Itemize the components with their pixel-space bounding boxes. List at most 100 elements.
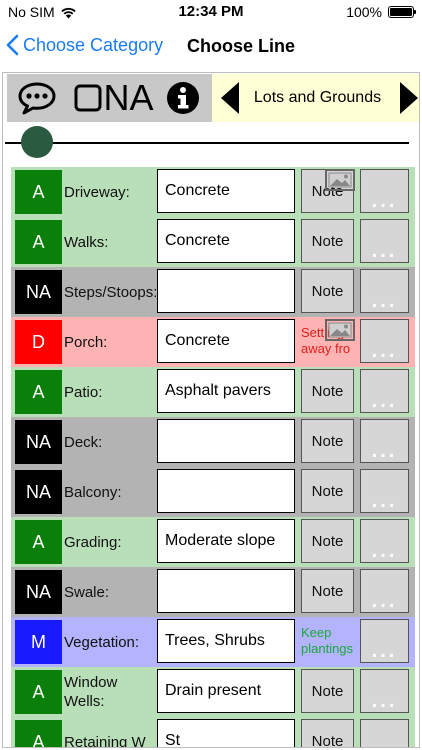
ellipsis-icon: ... bbox=[371, 240, 398, 262]
inspection-panel: NA Lots and Grounds A Driveway: Concrete No… bbox=[2, 72, 420, 748]
line-item-row: A Driveway: Concrete Note... bbox=[11, 167, 415, 217]
more-options-button[interactable]: ... bbox=[360, 719, 409, 747]
line-item-label: Balcony: bbox=[64, 483, 122, 501]
more-options-button[interactable]: ... bbox=[360, 519, 409, 563]
rating-badge[interactable]: A bbox=[15, 220, 62, 264]
more-options-button[interactable]: ... bbox=[360, 419, 409, 463]
ellipsis-icon: ... bbox=[371, 390, 398, 412]
battery-percent: 100% bbox=[346, 4, 382, 20]
rating-badge[interactable]: M bbox=[15, 620, 62, 664]
back-button-label: Choose Category bbox=[23, 34, 164, 55]
line-item-label: Patio: bbox=[64, 383, 103, 401]
more-options-button[interactable]: ... bbox=[360, 219, 409, 263]
previous-category-icon[interactable] bbox=[219, 80, 241, 116]
line-item-label: Window Wells: bbox=[64, 674, 118, 710]
rating-badge[interactable]: NA bbox=[15, 270, 62, 314]
ellipsis-icon: ... bbox=[371, 290, 398, 312]
note-button[interactable]: Note bbox=[301, 669, 354, 713]
line-item-label: Swale: bbox=[64, 583, 110, 601]
line-item-list: A Driveway: Concrete Note... A Walks: Concrete… bbox=[11, 167, 415, 748]
comment-button[interactable] bbox=[17, 78, 57, 118]
more-options-button[interactable]: ... bbox=[360, 269, 409, 313]
line-item-row: NA Deck: Note... bbox=[11, 417, 415, 467]
slider-track[interactable] bbox=[5, 142, 409, 144]
more-options-button[interactable]: ... bbox=[360, 319, 409, 363]
page-title: Choose Line bbox=[187, 36, 296, 56]
ellipsis-icon: ... bbox=[371, 490, 398, 512]
note-button[interactable]: Note bbox=[301, 569, 354, 613]
photo-icon[interactable] bbox=[325, 169, 355, 191]
navigation-bar: Choose Category Choose Line bbox=[0, 28, 422, 68]
line-item-row: A Window Wells: Drain present Note... bbox=[11, 667, 415, 717]
value-field[interactable]: Drain present bbox=[157, 669, 295, 713]
value-field[interactable] bbox=[157, 419, 295, 463]
category-label: Lots and Grounds bbox=[253, 89, 382, 106]
value-field[interactable]: Concrete bbox=[157, 219, 295, 263]
value-field[interactable]: Concrete bbox=[157, 169, 295, 213]
value-field[interactable]: Asphalt pavers bbox=[157, 369, 295, 413]
ellipsis-icon: ... bbox=[371, 590, 398, 612]
ellipsis-icon: ... bbox=[371, 540, 398, 562]
more-options-button[interactable]: ... bbox=[360, 469, 409, 513]
value-field[interactable]: Moderate slope bbox=[157, 519, 295, 563]
back-button[interactable]: Choose Category bbox=[6, 34, 163, 56]
rating-badge[interactable]: D bbox=[15, 320, 62, 364]
line-item-row: A Walks: Concrete Note... bbox=[11, 217, 415, 267]
value-field[interactable] bbox=[157, 569, 295, 613]
info-button[interactable] bbox=[165, 78, 201, 118]
value-field[interactable] bbox=[157, 269, 295, 313]
ellipsis-icon: ... bbox=[371, 190, 398, 212]
rating-badge[interactable]: NA bbox=[15, 470, 62, 514]
speech-bubble-icon bbox=[18, 82, 56, 115]
category-selector: Lots and Grounds bbox=[212, 74, 420, 122]
value-field[interactable] bbox=[157, 469, 295, 513]
line-item-label: Grading: bbox=[64, 533, 122, 551]
rating-badge[interactable]: A bbox=[15, 670, 62, 714]
more-options-button[interactable]: ... bbox=[360, 169, 409, 213]
na-toggle[interactable]: NA bbox=[73, 78, 155, 118]
line-item-label: Porch: bbox=[64, 333, 108, 351]
more-options-button[interactable]: ... bbox=[360, 619, 409, 663]
rating-badge[interactable]: NA bbox=[15, 570, 62, 614]
line-item-row: A Grading: Moderate slope Note... bbox=[11, 517, 415, 567]
line-item-row: ARetaining W StNote... bbox=[11, 717, 415, 748]
battery-icon bbox=[388, 6, 416, 18]
value-field[interactable]: St bbox=[157, 719, 295, 747]
note-button[interactable]: Keep plantings bbox=[301, 619, 354, 663]
more-options-button[interactable]: ... bbox=[360, 669, 409, 713]
line-item-label: Retaining W bbox=[64, 733, 146, 748]
ellipsis-icon: ... bbox=[361, 741, 408, 747]
line-item-label: Deck: bbox=[64, 433, 103, 451]
value-field[interactable]: Concrete bbox=[157, 319, 295, 363]
status-right: 100% bbox=[346, 4, 416, 20]
ellipsis-icon: ... bbox=[371, 690, 398, 712]
rating-badge[interactable]: A bbox=[15, 520, 62, 564]
slider-thumb[interactable] bbox=[21, 126, 54, 158]
line-item-row: NA Swale: Note... bbox=[11, 567, 415, 617]
more-options-button[interactable]: ... bbox=[360, 369, 409, 413]
value-field[interactable]: Trees, Shrubs bbox=[157, 619, 295, 663]
note-button[interactable]: Note bbox=[301, 269, 354, 313]
status-bar: No SIM 12:34 PM 100% bbox=[0, 0, 422, 24]
line-item-row: A Patio: Asphalt pavers Note... bbox=[11, 367, 415, 417]
note-button[interactable]: Note bbox=[301, 719, 354, 747]
note-button[interactable]: Note bbox=[301, 219, 354, 263]
note-button[interactable]: Note bbox=[301, 369, 354, 413]
ellipsis-icon: ... bbox=[371, 440, 398, 462]
line-item-label: Vegetation: bbox=[64, 633, 140, 651]
line-item-label: Walks: bbox=[64, 233, 109, 251]
rating-badge[interactable]: NA bbox=[15, 420, 62, 464]
more-options-button[interactable]: ... bbox=[360, 569, 409, 613]
note-button[interactable]: Note bbox=[301, 519, 354, 563]
rating-badge[interactable]: A bbox=[15, 720, 62, 747]
line-item-row: M Vegetation: Trees, Shrubs Keep plantings.… bbox=[11, 617, 415, 667]
info-icon bbox=[167, 82, 199, 114]
line-item-row: NA Steps/Stoops: Note... bbox=[11, 267, 415, 317]
note-button[interactable]: Note bbox=[301, 419, 354, 463]
ellipsis-icon: ... bbox=[371, 340, 398, 362]
next-category-icon[interactable] bbox=[398, 80, 420, 116]
photo-icon[interactable] bbox=[325, 319, 355, 341]
rating-badge[interactable]: A bbox=[15, 370, 62, 414]
note-button[interactable]: Note bbox=[301, 469, 354, 513]
rating-badge[interactable]: A bbox=[15, 170, 62, 214]
